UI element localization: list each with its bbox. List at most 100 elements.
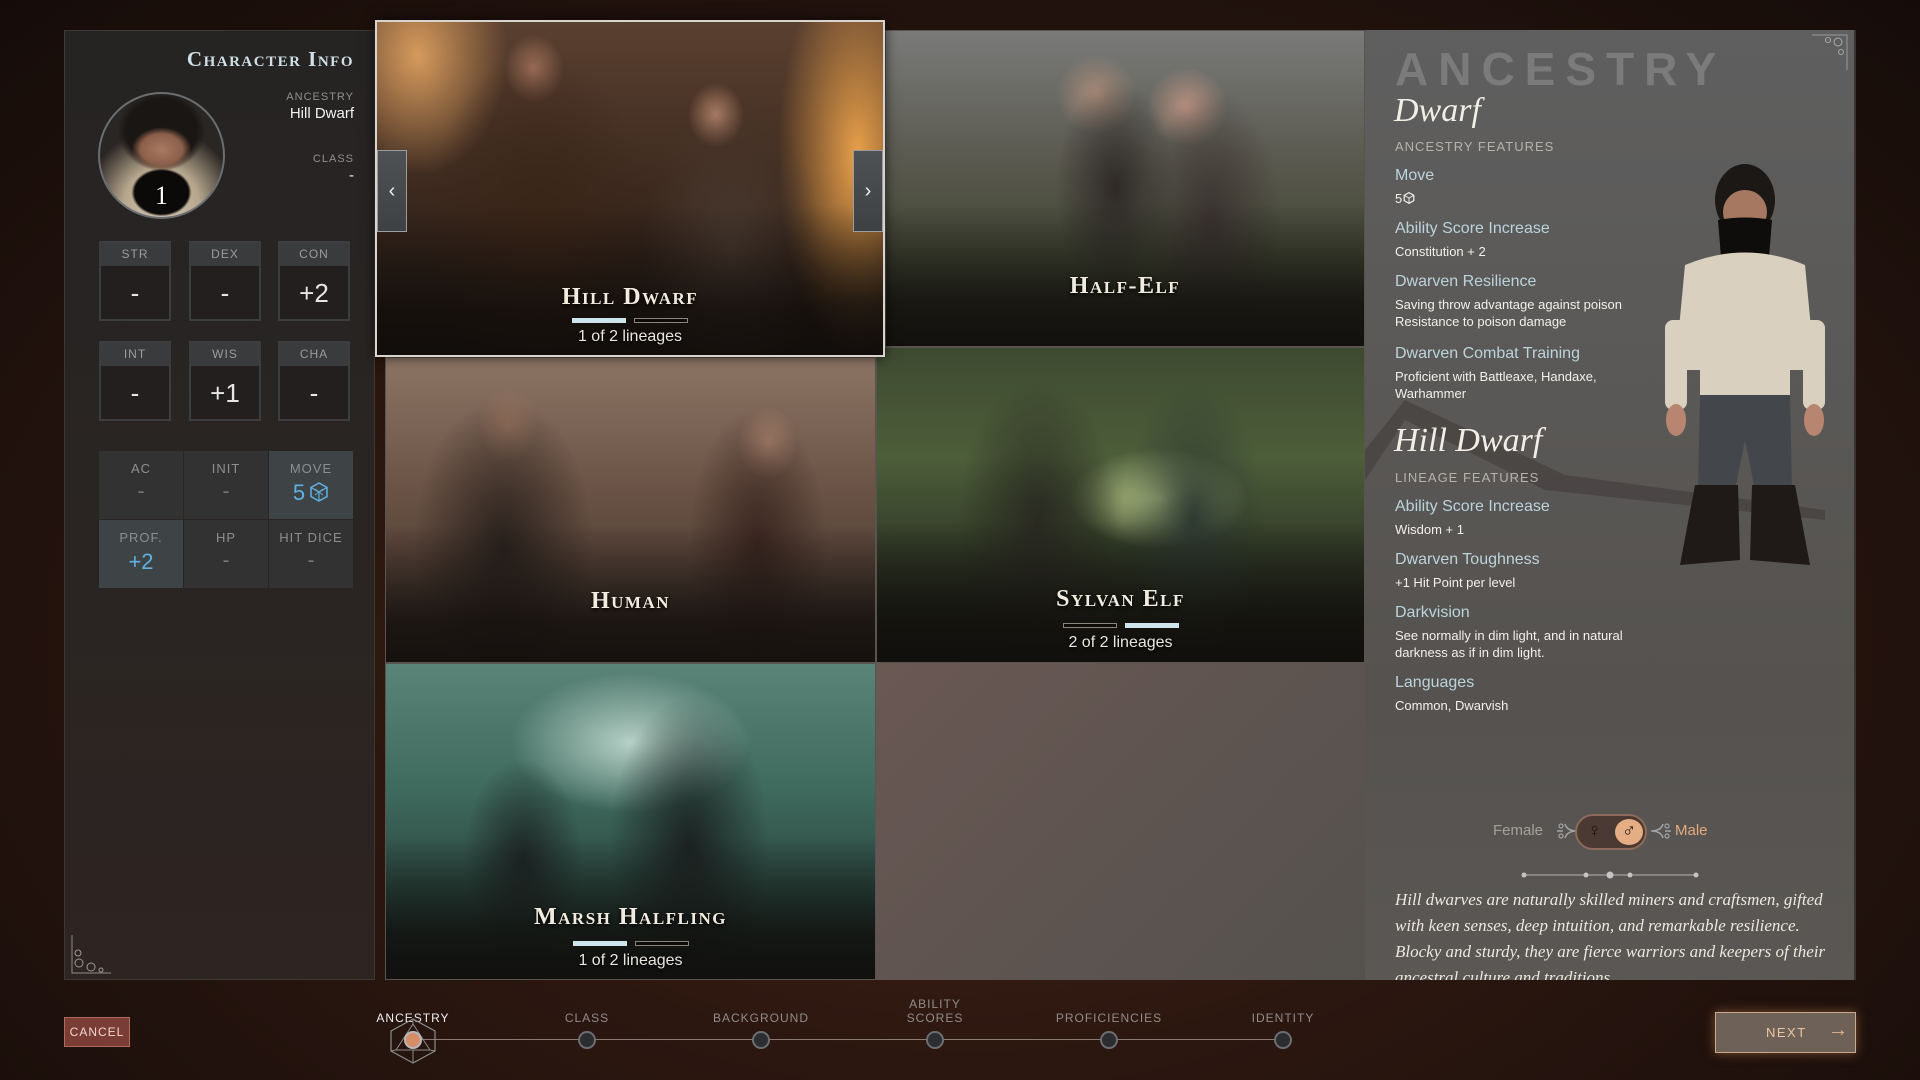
feature-text: 5 <box>1395 190 1685 207</box>
ability-label: WIS <box>191 343 259 366</box>
ability-str: STR - <box>99 241 171 321</box>
step-ability-scores[interactable]: ABILITY SCORES <box>875 995 995 1049</box>
female-label[interactable]: Female <box>1493 822 1543 839</box>
arrow-right-icon: → <box>1828 1019 1850 1041</box>
step-label: BACKGROUND <box>712 1011 809 1025</box>
class-value: - <box>349 167 354 184</box>
ancestry-label: ANCESTRY <box>286 91 354 103</box>
step-dot <box>1274 1031 1292 1049</box>
ability-wis: WIS +1 <box>189 341 261 421</box>
hex-cube-icon <box>1403 191 1415 205</box>
stat-move: MOVE 5 <box>269 451 353 519</box>
hex-cube-icon <box>310 482 328 502</box>
stat-value: - <box>222 549 230 572</box>
ancestry-value: Hill Dwarf <box>289 105 354 122</box>
corner-ornament-icon <box>71 935 111 974</box>
combat-stats: AC - INIT - MOVE 5 PROF. +2 HP - HIT DIC… <box>99 451 353 588</box>
step-label: ABILITY SCORES <box>906 997 964 1025</box>
character-level: 1 <box>155 181 168 210</box>
prev-lineage-button[interactable]: ‹ <box>377 150 407 232</box>
lineage-page-2[interactable] <box>634 941 689 946</box>
step-label: IDENTITY <box>1251 1011 1315 1025</box>
male-label[interactable]: Male <box>1675 822 1708 839</box>
next-button[interactable]: NEXT → <box>1715 1012 1856 1053</box>
character-info-panel: Character Info 1 ANCESTRY Hill Dwarf CLA… <box>64 30 375 980</box>
feature-title: Darkvision <box>1395 604 1470 621</box>
stat-init: INIT - <box>184 451 268 519</box>
lineage-count: 1 of 2 lineages <box>578 952 683 969</box>
stat-value: +2 <box>128 549 154 574</box>
feature-text: Wisdom + 1 <box>1395 522 1464 537</box>
step-class[interactable]: CLASS <box>527 995 647 1049</box>
lineage-page-2[interactable] <box>1124 623 1179 628</box>
stat-label: AC <box>130 461 152 476</box>
cancel-button[interactable]: CANCEL <box>64 1017 130 1047</box>
feature-title: Dwarven Combat Training <box>1395 345 1580 362</box>
ability-con: CON +2 <box>278 241 350 321</box>
stat-hp: HP - <box>184 520 268 588</box>
card-name: Marsh Halfling <box>533 904 727 930</box>
ability-value: - <box>309 378 319 408</box>
feature-title: Ability Score Increase <box>1395 220 1550 237</box>
step-proficiencies[interactable]: PROFICIENCIES <box>1049 995 1169 1049</box>
race-name: Dwarf <box>1394 92 1481 129</box>
ancestry-card-half-elf[interactable]: Half-Elf <box>885 30 1365 347</box>
character-info-title: Character Info <box>186 47 354 71</box>
ancestry-detail-panel: ANCESTRY Dwarf ANCESTRY FEATURES Move 5 … <box>1365 30 1856 980</box>
ancestry-card-human[interactable]: Human <box>385 357 876 663</box>
feature-text: Common, Dwarvish <box>1395 698 1509 713</box>
lineage-page-2[interactable] <box>634 318 688 323</box>
next-lineage-button[interactable]: › <box>853 150 883 232</box>
feature-title: Move <box>1395 167 1435 184</box>
step-identity[interactable]: IDENTITY <box>1223 995 1343 1049</box>
feature-text: Constitution + 2 <box>1395 244 1486 259</box>
stat-label: INIT <box>211 461 241 476</box>
ability-label: STR <box>101 243 169 266</box>
character-portrait[interactable]: 1 <box>98 92 225 219</box>
stat-ac: AC - <box>99 451 183 519</box>
step-dot <box>578 1031 596 1049</box>
feature-title: Ability Score Increase <box>1395 498 1550 515</box>
ability-int: INT - <box>99 341 171 421</box>
stat-label: HP <box>215 530 237 545</box>
lineage-pager <box>1062 623 1179 628</box>
creation-steps: ANCESTRY CLASS BACKGROUND ABILITY SCORES… <box>376 995 1320 1065</box>
ancestry-card-hill-dwarf[interactable]: ‹ › Hill Dwarf 1 of 2 lineages <box>375 20 885 357</box>
stepper-track <box>413 1039 1283 1040</box>
step-dot <box>752 1031 770 1049</box>
corner-ornament-icon <box>1812 34 1848 70</box>
ancestry-card-sylvan-elf[interactable]: Sylvan Elf 2 of 2 lineages <box>876 347 1365 663</box>
lineage-page-1[interactable] <box>572 941 627 946</box>
stat-hit-dice: HIT DICE - <box>269 520 353 588</box>
ability-value: - <box>130 278 140 308</box>
stat-value: 5 <box>269 476 353 506</box>
ability-value: +2 <box>299 278 329 308</box>
stat-label: PROF. <box>119 530 163 545</box>
card-name: Sylvan Elf <box>1056 586 1185 612</box>
ability-label: CON <box>280 243 348 266</box>
step-dot <box>1100 1031 1118 1049</box>
move-value: 5 <box>292 480 306 505</box>
feature-title: Languages <box>1395 674 1475 691</box>
lineage-page-1[interactable] <box>572 318 626 323</box>
lineage-page-1[interactable] <box>1062 623 1117 628</box>
ability-value: - <box>220 278 230 308</box>
lineage-count: 2 of 2 lineages <box>1068 634 1173 651</box>
step-ancestry[interactable]: ANCESTRY <box>353 995 473 1064</box>
panel-heading: ANCESTRY <box>1395 43 1727 95</box>
ornament-icon <box>1650 823 1671 839</box>
ancestry-card-marsh-halfling[interactable]: Marsh Halfling 1 of 2 lineages <box>385 663 876 980</box>
feature-text: See normally in dim light, and in natura… <box>1395 628 1623 660</box>
divider-ornament <box>1521 871 1699 879</box>
ability-cha: CHA - <box>278 341 350 421</box>
stat-value: - <box>137 480 145 503</box>
move-feature-value: 5 <box>1395 191 1403 206</box>
feature-title: Dwarven Toughness <box>1395 551 1540 568</box>
step-background[interactable]: BACKGROUND <box>701 995 821 1049</box>
ability-label: CHA <box>280 343 348 366</box>
lineage-name: Hill Dwarf <box>1394 422 1543 459</box>
chevron-left-icon: ‹ <box>388 180 396 202</box>
gender-toggle[interactable]: Female ♀ ♂ Male <box>1365 810 1854 854</box>
card-name: Hill Dwarf <box>561 284 699 310</box>
gender-switch[interactable]: ♀ ♂ <box>1575 814 1647 850</box>
